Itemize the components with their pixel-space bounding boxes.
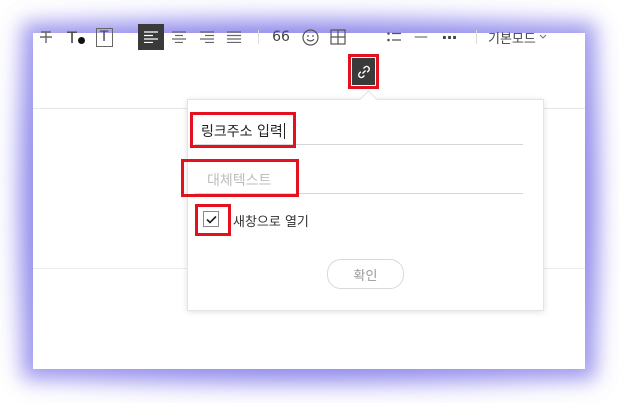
text-color-label: T xyxy=(67,27,77,47)
strikethrough-icon[interactable] xyxy=(36,26,56,48)
bullet-list-icon xyxy=(387,32,401,42)
bullet-list-button[interactable] xyxy=(384,26,404,48)
toolbar-separator xyxy=(258,30,259,44)
align-right-button[interactable] xyxy=(197,26,217,48)
link-button[interactable] xyxy=(352,58,375,85)
align-left-icon xyxy=(144,31,158,43)
more-button[interactable]: ··· xyxy=(438,26,460,48)
table-button[interactable] xyxy=(327,26,349,48)
align-left-button[interactable] xyxy=(138,24,164,50)
new-window-label: 새창으로 열기 xyxy=(233,215,309,230)
mode-label: 기본모드 xyxy=(488,31,536,47)
align-justify-button[interactable] xyxy=(224,26,244,48)
toolbar-separator xyxy=(476,30,477,44)
text-background-button[interactable]: T xyxy=(94,26,114,48)
horizontal-rule-button[interactable]: — xyxy=(411,26,431,48)
align-center-icon xyxy=(172,31,186,43)
checkbox-highlight xyxy=(195,204,231,236)
link-icon xyxy=(357,65,370,78)
mode-dropdown[interactable]: 기본모드 xyxy=(488,26,554,48)
color-dot-icon xyxy=(77,36,85,44)
more-label: ··· xyxy=(441,27,457,47)
text-color-button[interactable]: T xyxy=(64,26,88,48)
table-icon xyxy=(330,29,346,45)
text-bg-label: T xyxy=(95,27,113,47)
emoji-button[interactable] xyxy=(299,26,321,48)
hr-label: — xyxy=(414,29,428,45)
alt-text-highlight xyxy=(181,159,299,197)
url-input-highlight xyxy=(190,112,296,148)
quote-button[interactable]: 66 xyxy=(270,26,292,48)
smiley-icon xyxy=(301,28,319,46)
align-right-icon xyxy=(200,31,214,43)
quote-label: 66 xyxy=(272,29,290,45)
align-center-button[interactable] xyxy=(169,26,189,48)
confirm-button[interactable]: 확인 xyxy=(327,259,404,289)
chevron-down-icon xyxy=(539,34,547,39)
align-justify-icon xyxy=(227,31,241,43)
